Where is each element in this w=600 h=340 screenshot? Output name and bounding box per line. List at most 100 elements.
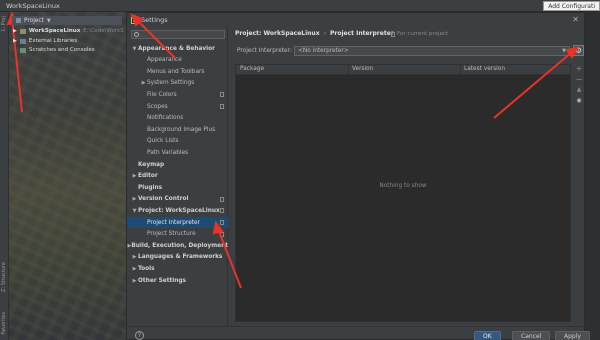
copy-icon xyxy=(220,220,224,225)
sidebar-item-notifications[interactable]: Notifications xyxy=(127,113,228,124)
scope-note: For current project xyxy=(391,31,448,37)
add-configuration-button[interactable]: Add Configurati xyxy=(543,1,600,11)
project-panel: Project ▼ ▶ WorkSpaceLinux E:\Code\WorkS… xyxy=(9,12,126,340)
copy-icon xyxy=(220,231,224,237)
sidebar-item-project-interpreter[interactable]: Project Interpreter xyxy=(127,217,228,228)
chevron-right-icon[interactable]: ▶ xyxy=(140,80,147,86)
sidebar-item-menus-and-toolbars[interactable]: Menus and Toolbars xyxy=(127,66,228,77)
apply-button[interactable]: Apply xyxy=(555,331,590,340)
project-tree-item[interactable]: Scratches and Consoles xyxy=(13,47,95,53)
sidebar-item-label: Languages & Frameworks xyxy=(138,254,223,261)
chevron-down-icon[interactable]: ▼ xyxy=(131,46,138,52)
sidebar-item-appearance[interactable]: Appearance xyxy=(127,55,228,66)
ide-window-title: WorkSpaceLinux xyxy=(6,2,60,10)
sidebar-item-background-image-plus[interactable]: Background Image Plus xyxy=(127,124,228,135)
column-package[interactable]: Package xyxy=(240,66,264,72)
sidebar-item-version-control[interactable]: ▶ Version Control xyxy=(127,194,228,205)
cancel-button[interactable]: Cancel xyxy=(512,331,551,340)
folder-icon xyxy=(19,28,26,34)
ok-button[interactable]: OK xyxy=(474,331,501,340)
chevron-down-icon: ▼ xyxy=(46,17,51,24)
empty-table-text: Nothing to show xyxy=(379,183,427,189)
sidebar-item-project-structure[interactable]: Project Structure xyxy=(127,229,228,240)
sidebar-item-other-settings[interactable]: ▶ Other Settings xyxy=(127,275,228,286)
chevron-right-icon: ▶ xyxy=(13,38,17,44)
chevron-right-icon[interactable]: ▶ xyxy=(131,254,138,260)
add-package-icon[interactable]: + xyxy=(574,64,584,73)
copy-icon xyxy=(220,196,224,202)
breadcrumb-current: Project Interpreter xyxy=(329,30,394,37)
scratch-icon xyxy=(20,47,26,53)
chevron-right-icon[interactable]: ▶ xyxy=(131,278,138,284)
chevron-down-icon[interactable]: ▼ xyxy=(131,208,138,214)
sidebar-item-label: Quick Lists xyxy=(147,138,179,145)
sidebar-item-editor[interactable]: ▶ Editor xyxy=(127,171,228,182)
tool-window-strip: 1: Proj Z: Structure Favorites xyxy=(0,12,9,340)
settings-search-input[interactable] xyxy=(131,30,225,39)
packages-table: Package Version Latest version Nothing t… xyxy=(235,64,571,322)
sidebar-item-appearance-behavior[interactable]: ▼ Appearance & Behavior xyxy=(127,43,228,54)
project-tree-item[interactable]: ▶ WorkSpaceLinux E:\Code\WorkS xyxy=(13,28,124,34)
dialog-footer: ? OK Cancel Apply xyxy=(127,326,590,340)
chevron-right-icon[interactable]: ▶ xyxy=(131,266,138,272)
sidebar-item-label: Notifications xyxy=(147,115,184,122)
project-tree-item[interactable]: ▶ External Libraries xyxy=(13,38,77,44)
sidebar-item-label: Project Interpreter xyxy=(147,219,201,226)
tool-window-structure-tab[interactable]: Z: Structure xyxy=(1,262,7,292)
settings-dialog: Settings ✕ ▼ Appearance & Behavior Appeara… xyxy=(126,12,590,340)
sidebar-item-path-variables[interactable]: Path Variables xyxy=(127,147,228,158)
sidebar-item-quick-lists[interactable]: Quick Lists xyxy=(127,136,228,147)
search-icon xyxy=(134,32,139,37)
sidebar-item-label: Appearance & Behavior xyxy=(138,45,215,52)
sidebar-item-label: Other Settings xyxy=(138,277,186,284)
tool-window-project-tab[interactable]: 1: Proj xyxy=(1,16,7,32)
project-panel-header[interactable]: Project ▼ xyxy=(12,16,122,25)
copy-icon xyxy=(391,31,395,37)
sidebar-item-label: Menus and Toolbars xyxy=(147,68,205,75)
sidebar-item-file-colors[interactable]: File Colors xyxy=(127,89,228,100)
ide-titlebar: WorkSpaceLinux Add Configurati xyxy=(0,0,600,12)
sidebar-item-label: Plugins xyxy=(138,184,163,191)
close-icon[interactable]: ✕ xyxy=(572,15,579,24)
column-latest-version[interactable]: Latest version xyxy=(464,66,505,72)
settings-search-field[interactable] xyxy=(141,31,221,38)
pycharm-icon xyxy=(131,16,138,24)
copy-icon xyxy=(220,208,224,214)
upgrade-package-icon[interactable]: ▲ xyxy=(574,86,584,93)
chevron-right-icon[interactable]: ▶ xyxy=(131,196,138,202)
sidebar-item-tools[interactable]: ▶ Tools xyxy=(127,263,228,274)
sidebar-item-label: Editor xyxy=(138,173,158,180)
interpreter-select[interactable]: <No interpreter> ▼ xyxy=(294,46,570,56)
sidebar-item-label: Path Variables xyxy=(147,149,189,156)
column-divider xyxy=(348,65,349,75)
tool-window-favorites-tab[interactable]: Favorites xyxy=(1,312,7,335)
chevron-right-icon[interactable]: ▶ xyxy=(131,173,138,179)
sidebar-item-label: Appearance xyxy=(147,57,182,64)
remove-package-icon[interactable]: − xyxy=(574,75,584,84)
eye-icon[interactable]: ◉ xyxy=(574,97,584,104)
library-icon xyxy=(19,38,26,44)
sidebar-item-project-workspacelinux[interactable]: ▼ Project: WorkSpaceLinux xyxy=(127,205,228,216)
breadcrumb-parent: Project: WorkSpaceLinux xyxy=(235,30,320,37)
sidebar-item-label: File Colors xyxy=(147,91,177,98)
sidebar-item-label: Build, Execution, Deployment xyxy=(131,242,228,249)
project-tree-item-label: Scratches and Consoles xyxy=(29,47,95,53)
sidebar-item-label: Tools xyxy=(138,265,155,272)
project-tree-item-label: External Libraries xyxy=(28,38,78,44)
sidebar-item-build-execution-deployment[interactable]: ▶ Build, Execution, Deployment xyxy=(127,240,228,251)
sidebar-item-system-settings[interactable]: ▶ System Settings xyxy=(127,78,228,89)
gear-icon[interactable]: ⚙ xyxy=(573,45,584,56)
sidebar-item-label: Project Structure xyxy=(147,231,196,238)
project-tree-item-path: E:\Code\WorkS xyxy=(83,28,124,34)
project-panel-title: Project xyxy=(24,17,44,24)
help-icon[interactable]: ? xyxy=(135,331,144,340)
column-version[interactable]: Version xyxy=(352,66,373,72)
sidebar-item-keymap[interactable]: Keymap xyxy=(127,159,228,170)
copy-icon xyxy=(220,104,224,109)
chevron-down-icon: ▼ xyxy=(562,48,566,54)
sidebar-item-label: Scopes xyxy=(147,103,168,110)
sidebar-item-languages-frameworks[interactable]: ▶ Languages & Frameworks xyxy=(127,252,228,263)
sidebar-item-plugins[interactable]: Plugins xyxy=(127,182,228,193)
dialog-title: Settings xyxy=(141,16,168,24)
sidebar-item-scopes[interactable]: Scopes xyxy=(127,101,228,112)
